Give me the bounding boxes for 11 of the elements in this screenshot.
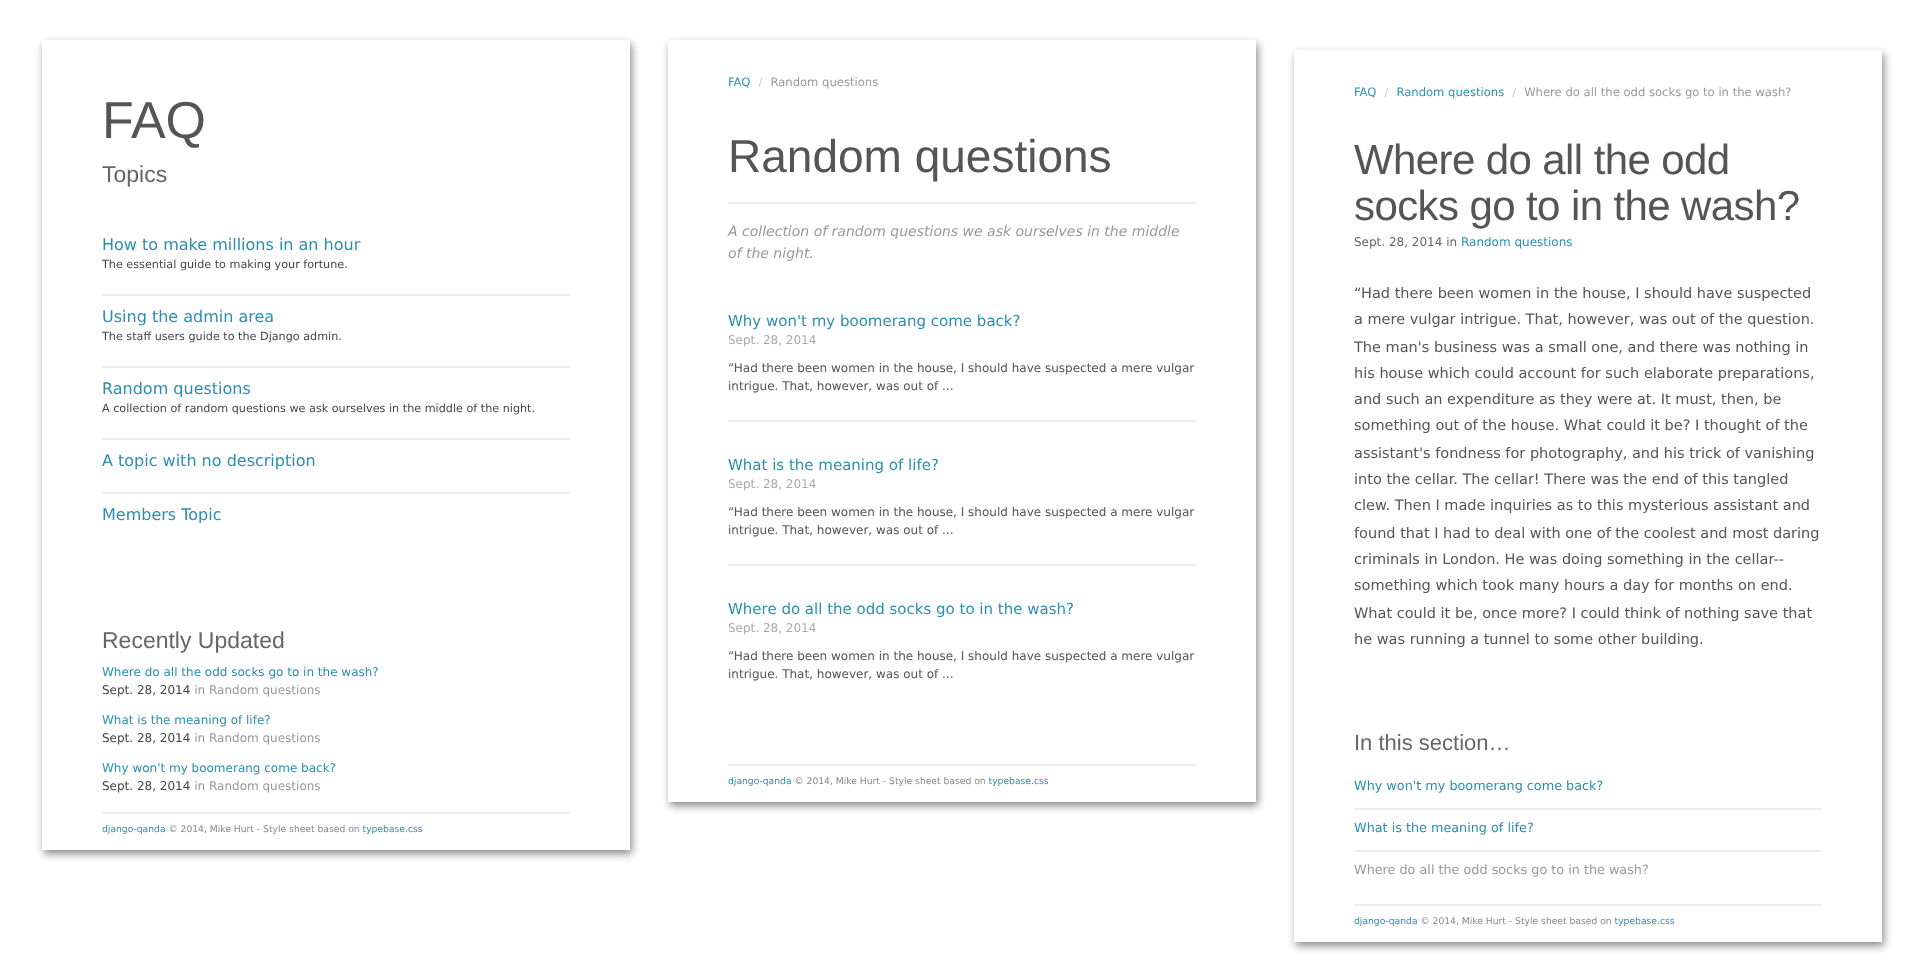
topic-link[interactable]: Members Topic [102,504,570,528]
section-heading: Topics [102,164,170,188]
topic-link[interactable]: Using the admin area [102,306,570,330]
page-title: Random questions [728,130,1196,204]
section-heading: In this section… [1354,732,1513,757]
section-heading: Recently Updated [102,630,287,654]
topic-link[interactable]: Random questions [102,378,570,402]
topic-link[interactable]: How to make millions in an hour [102,234,570,258]
topic-link[interactable]: A topic with no description [102,450,570,474]
page-title: FAQ [102,88,209,150]
question-title: Where do all the odd socks go to in the wash? [1354,138,1802,230]
